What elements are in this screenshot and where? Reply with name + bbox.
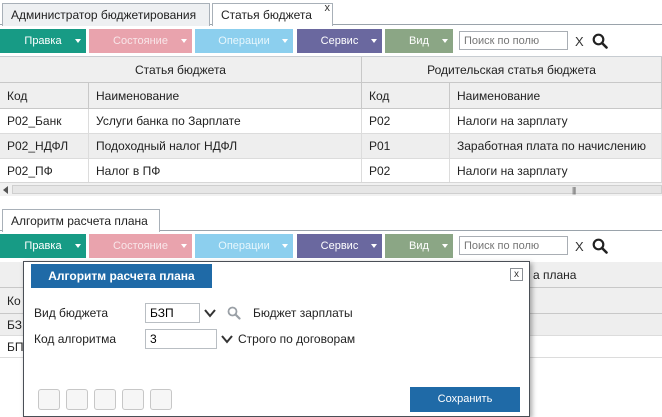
- header-partial-label: а плана: [533, 268, 577, 282]
- top-tab-bar: Администратор бюджетирования Статья бюдж…: [0, 0, 662, 26]
- budget-type-name: Бюджет зарплаты: [253, 306, 353, 320]
- dialog-title: Алгоритм расчета плана: [31, 264, 212, 288]
- plan-algorithm-dialog: Алгоритм расчета плана x Вид бюджета Бюд…: [23, 261, 530, 417]
- cell-parent-name: Заработная плата по начислению: [450, 134, 662, 159]
- bottom-tab-bar: Алгоритм расчета плана: [0, 206, 662, 232]
- chevron-down-icon: [181, 39, 187, 43]
- cell-parent-name: Налоги на зарплату: [450, 109, 662, 134]
- group-header-budget-item: Статья бюджета: [0, 57, 362, 83]
- search-icon[interactable]: [592, 33, 608, 49]
- cell-parent-code: Р02: [362, 159, 450, 184]
- action-button-1[interactable]: [38, 389, 60, 410]
- column-header-name[interactable]: Наименование: [89, 83, 362, 109]
- chevron-down-icon: [371, 244, 377, 248]
- chevron-down-icon: [181, 244, 187, 248]
- operations-menu-button[interactable]: Операции: [195, 234, 293, 258]
- service-menu-button[interactable]: Сервис: [297, 29, 382, 53]
- tab-close-icon[interactable]: x: [325, 2, 331, 14]
- cell-name: Налог в ПФ: [89, 159, 362, 184]
- scroll-left-arrow-icon[interactable]: [3, 186, 8, 194]
- algorithm-code-label: Код алгоритма: [34, 332, 116, 346]
- scrollbar-thumb[interactable]: [12, 185, 662, 194]
- edit-menu-button[interactable]: Правка: [0, 234, 86, 258]
- search-icon[interactable]: [592, 238, 608, 254]
- view-label: Вид: [409, 240, 429, 252]
- tab-budget-admin[interactable]: Администратор бюджетирования: [2, 3, 210, 26]
- clear-search-icon[interactable]: X: [575, 239, 584, 254]
- chevron-down-icon: [75, 244, 81, 248]
- column-header-parent-code[interactable]: Код: [362, 83, 450, 109]
- tab-label: Статья бюджета: [221, 8, 312, 22]
- view-menu-button[interactable]: Вид: [385, 234, 453, 258]
- toolbar-bottom: Правка Состояние Операции Сервис Вид X: [0, 234, 662, 264]
- column-header-code[interactable]: Код: [0, 83, 89, 109]
- operations-menu-button[interactable]: Операции: [195, 29, 293, 53]
- chevron-down-icon[interactable]: [204, 307, 216, 319]
- save-button[interactable]: Сохранить: [410, 387, 520, 412]
- budget-type-field[interactable]: [145, 303, 200, 323]
- cell-code: Р02_Банк: [0, 109, 89, 134]
- action-button-3[interactable]: [94, 389, 116, 410]
- action-button-2[interactable]: [66, 389, 88, 410]
- state-label: Состояние: [113, 35, 168, 47]
- state-menu-button[interactable]: Состояние: [89, 234, 192, 258]
- horizontal-scrollbar[interactable]: |||: [0, 182, 662, 196]
- cell-code: Р02_ПФ: [0, 159, 89, 184]
- algorithm-code-field[interactable]: [145, 329, 217, 349]
- tab-budget-item[interactable]: Статья бюджета x: [212, 2, 333, 26]
- table-row[interactable]: Р02_Банк Услуги банка по Зарплате Р02 На…: [0, 109, 662, 134]
- cell-parent-code: Р02: [362, 109, 450, 134]
- tab-label: Администратор бюджетирования: [11, 8, 197, 22]
- cell-code: Р02_НДФЛ: [0, 134, 89, 159]
- column-header-parent-name[interactable]: Наименование: [450, 83, 662, 109]
- column-header-code: Ко: [7, 294, 21, 308]
- chevron-down-icon: [75, 39, 81, 43]
- algorithm-name: Строго по договорам: [238, 332, 356, 346]
- tab-plan-algorithm[interactable]: Алгоритм расчета плана: [2, 209, 160, 232]
- search-input[interactable]: [459, 31, 568, 50]
- table-row[interactable]: Р02_НДФЛ Подоходный налог НДФЛ Р01 Зараб…: [0, 134, 662, 159]
- chevron-down-icon: [371, 39, 377, 43]
- close-icon[interactable]: x: [510, 268, 523, 281]
- chevron-down-icon: [442, 39, 448, 43]
- chevron-down-icon[interactable]: [221, 333, 233, 345]
- scrollbar-grip: |||: [572, 186, 576, 195]
- lookup-search-icon[interactable]: [227, 306, 241, 320]
- operations-label: Операции: [218, 240, 270, 252]
- cell-name: Подоходный налог НДФЛ: [89, 134, 362, 159]
- cell-name: Услуги банка по Зарплате: [89, 109, 362, 134]
- group-header-parent-item: Родительская статья бюджета: [362, 57, 662, 83]
- tab-label: Алгоритм расчета плана: [11, 214, 148, 228]
- action-button-5[interactable]: [150, 389, 172, 410]
- edit-menu-button[interactable]: Правка: [0, 29, 86, 53]
- edit-label: Правка: [24, 35, 62, 47]
- view-label: Вид: [409, 35, 429, 47]
- service-label: Сервис: [320, 240, 359, 252]
- operations-label: Операции: [218, 35, 270, 47]
- chevron-down-icon: [282, 39, 288, 43]
- table-row[interactable]: Р02_ПФ Налог в ПФ Р02 Налоги на зарплату: [0, 159, 662, 184]
- cell-parent-code: Р01: [362, 134, 450, 159]
- clear-search-icon[interactable]: X: [575, 34, 584, 49]
- budget-type-label: Вид бюджета: [34, 306, 108, 320]
- service-label: Сервис: [320, 35, 359, 47]
- view-menu-button[interactable]: Вид: [385, 29, 453, 53]
- toolbar-top: Правка Состояние Операции Сервис Вид X: [0, 29, 662, 59]
- cell-parent-name: Налоги на зарплату: [450, 159, 662, 184]
- chevron-down-icon: [442, 244, 448, 248]
- budget-items-grid: Статья бюджета Родительская статья бюдже…: [0, 56, 662, 202]
- state-menu-button[interactable]: Состояние: [89, 29, 192, 53]
- chevron-down-icon: [282, 244, 288, 248]
- action-button-4[interactable]: [122, 389, 144, 410]
- service-menu-button[interactable]: Сервис: [297, 234, 382, 258]
- edit-label: Правка: [24, 240, 62, 252]
- search-input[interactable]: [459, 236, 568, 255]
- state-label: Состояние: [113, 240, 168, 252]
